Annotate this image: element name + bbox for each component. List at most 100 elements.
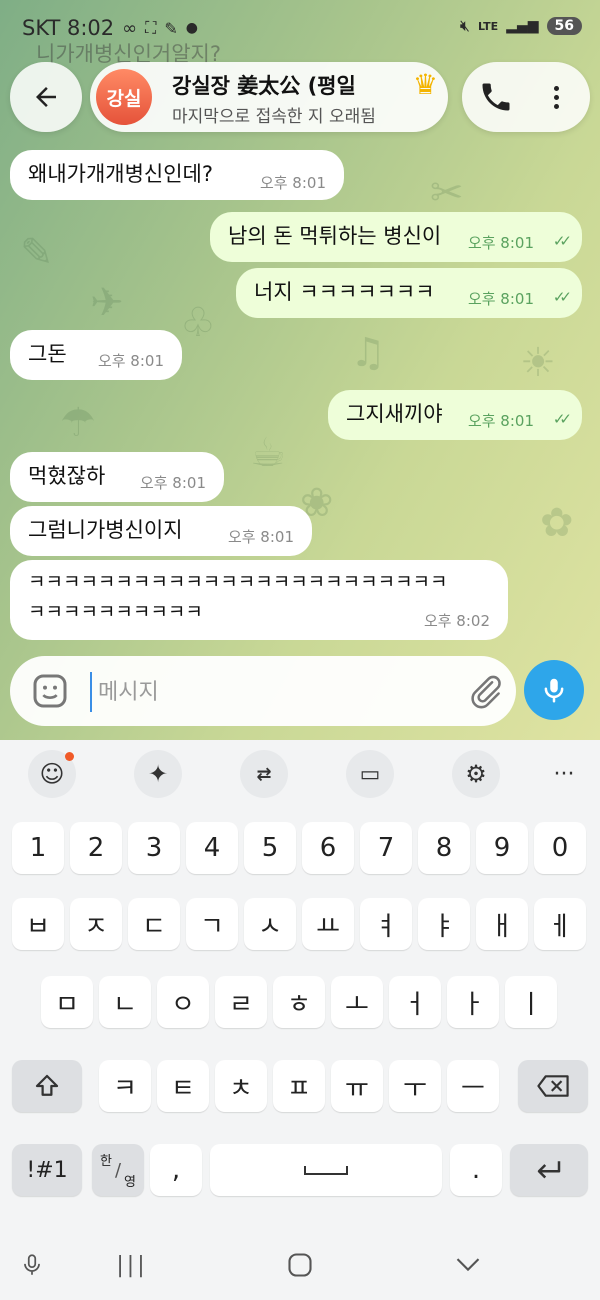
language-switch-key[interactable]: 한 / 영 — [92, 1144, 144, 1196]
shift-key[interactable] — [12, 1060, 82, 1112]
comma-key[interactable]: , — [150, 1144, 202, 1196]
clipboard-button[interactable]: ▭ — [346, 750, 394, 798]
message-bubble[interactable]: 그지새끼야 오후 8:01 ✓✓ — [328, 390, 582, 440]
key-2[interactable]: 2 — [70, 822, 122, 874]
key-5[interactable]: 5 — [244, 822, 296, 874]
key-nieun[interactable]: ㄴ — [99, 976, 151, 1028]
message-text: 왜내가개개병신인데? — [28, 162, 214, 186]
key-digeut[interactable]: ㄷ — [128, 898, 180, 950]
key-a[interactable]: ㅏ — [447, 976, 499, 1028]
voice-record-button[interactable] — [524, 660, 584, 720]
lang-bottom-label: 영 — [124, 1175, 136, 1190]
settings-button[interactable]: ⚙ — [452, 750, 500, 798]
emoji-button[interactable]: ☺ — [28, 750, 76, 798]
key-u[interactable]: ㅜ — [389, 1060, 441, 1112]
key-7[interactable]: 7 — [360, 822, 412, 874]
lang-top-label: 한 — [100, 1154, 112, 1169]
recents-button[interactable]: ||| — [112, 1248, 152, 1282]
symbols-key[interactable]: !#1 — [12, 1144, 82, 1196]
more-options-button[interactable] — [538, 79, 574, 115]
keyboard-toolbar: ☺ ✦ ⇄ ▭ ⚙ ··· — [0, 740, 600, 810]
key-i[interactable]: ㅣ — [505, 976, 557, 1028]
sticker-button[interactable] — [30, 671, 70, 711]
home-button[interactable] — [280, 1248, 320, 1282]
key-0[interactable]: 0 — [534, 822, 586, 874]
key-ieung[interactable]: ㅇ — [157, 976, 209, 1028]
key-pieup[interactable]: ㅍ — [273, 1060, 325, 1112]
message-time: 오후 8:02 — [423, 612, 490, 630]
doodle-icon: ✂ — [430, 170, 464, 216]
key-rieul[interactable]: ㄹ — [215, 976, 267, 1028]
message-bubble[interactable]: 너지 ㅋㅋㅋㅋㅋㅋㅋ 오후 8:01 ✓✓ — [236, 268, 582, 318]
enter-key[interactable] — [510, 1144, 588, 1196]
key-yo[interactable]: ㅛ — [302, 898, 354, 950]
key-6[interactable]: 6 — [302, 822, 354, 874]
message-text: 너지 ㅋㅋㅋㅋㅋㅋㅋ — [254, 280, 435, 304]
message-time: 오후 8:01 — [467, 290, 534, 308]
message-text: 그지새끼야 — [346, 402, 443, 426]
key-siot[interactable]: ㅅ — [244, 898, 296, 950]
key-e[interactable]: ㅔ — [534, 898, 586, 950]
doodle-icon: ✿ — [540, 500, 574, 546]
message-bubble[interactable]: ㅋㅋㅋㅋㅋㅋㅋㅋㅋㅋㅋㅋㅋㅋㅋㅋㅋㅋㅋㅋㅋㅋㅋㅋ ㅋㅋㅋㅋㅋㅋㅋㅋㅋㅋ 오후 8… — [10, 560, 508, 640]
key-kieuk[interactable]: ㅋ — [99, 1060, 151, 1112]
recents-icon: ||| — [116, 1252, 148, 1278]
message-bubble[interactable]: 그돈 오후 8:01 — [10, 330, 182, 380]
attach-button[interactable] — [466, 672, 504, 710]
dot-icon: ● — [185, 20, 198, 36]
message-bubble[interactable]: 왜내가개개병신인데? 오후 8:01 — [10, 150, 344, 200]
backspace-key[interactable] — [518, 1060, 588, 1112]
translate-button[interactable]: ⇄ — [240, 750, 288, 798]
key-mieum[interactable]: ㅁ — [41, 976, 93, 1028]
key-yu[interactable]: ㅠ — [331, 1060, 383, 1112]
hide-keyboard-button[interactable] — [448, 1248, 488, 1282]
voice-input-button[interactable] — [12, 1248, 52, 1282]
signal-icon: ▂▄▆ — [506, 18, 539, 34]
key-3[interactable]: 3 — [128, 822, 180, 874]
key-eu[interactable]: ㅡ — [447, 1060, 499, 1112]
doodle-icon: ✎ — [20, 230, 54, 276]
space-icon — [304, 1166, 348, 1175]
key-ya[interactable]: ㅑ — [418, 898, 470, 950]
key-tieut[interactable]: ㅌ — [157, 1060, 209, 1112]
back-button[interactable] — [10, 62, 82, 132]
doodle-icon: ♧ — [180, 300, 216, 346]
chat-header[interactable]: 강실 강실장 姜太公 (평일 ♛ 마지막으로 접속한 지 오래됨 — [90, 62, 448, 132]
message-time: 오후 8:01 — [97, 352, 164, 370]
key-jieut[interactable]: ㅈ — [70, 898, 122, 950]
period-key[interactable]: . — [450, 1144, 502, 1196]
ai-button[interactable]: ✦ — [134, 750, 182, 798]
keyboard: ☺ ✦ ⇄ ▭ ⚙ ··· 1 2 3 4 5 6 7 8 9 0 ㅂ ㅈ ㄷ … — [0, 740, 600, 1300]
key-bieup[interactable]: ㅂ — [12, 898, 64, 950]
message-text: ㅋㅋㅋㅋㅋㅋㅋㅋㅋㅋ — [28, 601, 203, 623]
key-chieut[interactable]: ㅊ — [215, 1060, 267, 1112]
message-text: 먹혔잖하 — [28, 464, 106, 488]
key-4[interactable]: 4 — [186, 822, 238, 874]
more-tools-button[interactable]: ··· — [540, 750, 588, 798]
key-1[interactable]: 1 — [12, 822, 64, 874]
key-yeo[interactable]: ㅕ — [360, 898, 412, 950]
system-nav-bar: ||| — [0, 1230, 600, 1300]
avatar[interactable]: 강실 — [96, 69, 152, 125]
doodle-icon: ✈ — [90, 280, 124, 326]
chat-title: 강실장 姜太公 (평일 — [172, 74, 356, 98]
header-actions — [462, 62, 590, 132]
key-hieut[interactable]: ㅎ — [273, 976, 325, 1028]
key-ae[interactable]: ㅐ — [476, 898, 528, 950]
key-giyeok[interactable]: ㄱ — [186, 898, 238, 950]
key-eo[interactable]: ㅓ — [389, 976, 441, 1028]
message-bubble[interactable]: 그럼니가병신이지 오후 8:01 — [10, 506, 312, 556]
key-8[interactable]: 8 — [418, 822, 470, 874]
more-horiz-icon: ··· — [553, 761, 575, 787]
message-bubble[interactable]: 남의 돈 먹튀하는 병신이 오후 8:01 ✓✓ — [210, 212, 582, 262]
read-checks-icon: ✓✓ — [552, 410, 572, 428]
message-input[interactable] — [90, 672, 460, 712]
call-button[interactable] — [478, 79, 514, 115]
key-o[interactable]: ㅗ — [331, 976, 383, 1028]
message-text: 남의 돈 먹튀하는 병신이 — [228, 224, 442, 248]
space-key[interactable] — [210, 1144, 442, 1196]
message-bubble[interactable]: 먹혔잖하 오후 8:01 — [10, 452, 224, 502]
network-type: LTE — [477, 19, 499, 33]
doodle-icon: ☂ — [60, 400, 96, 446]
key-9[interactable]: 9 — [476, 822, 528, 874]
